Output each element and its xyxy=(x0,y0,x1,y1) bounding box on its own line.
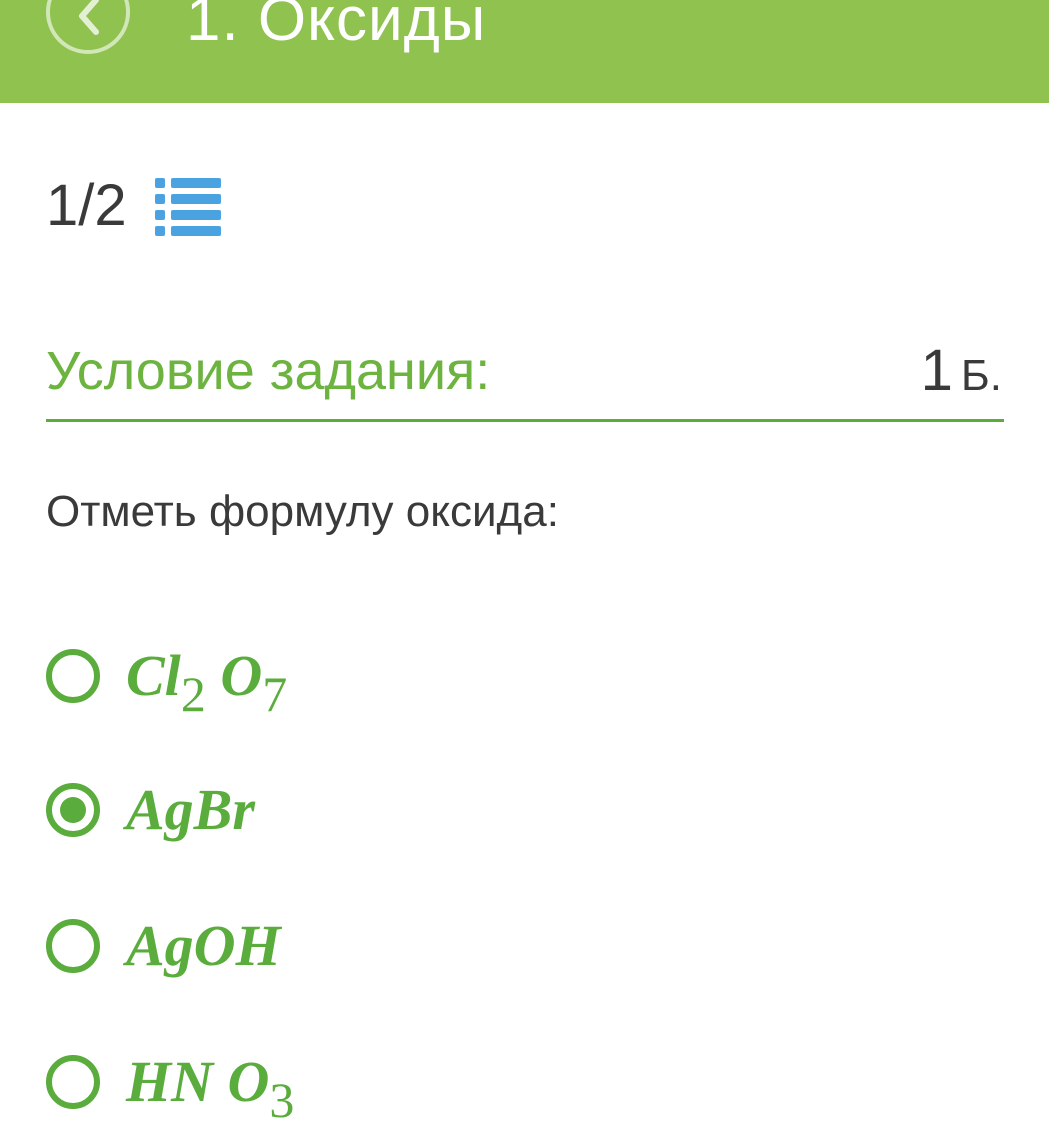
formula-label: AgBr xyxy=(126,777,255,842)
radio-button[interactable] xyxy=(46,919,100,973)
answer-option-1[interactable]: Cl2 O7 xyxy=(46,636,288,722)
radio-button[interactable] xyxy=(46,1055,100,1109)
radio-button[interactable] xyxy=(46,649,100,703)
question-text: Отметь формулу оксида: xyxy=(46,487,559,536)
app-header: 1. Оксиды xyxy=(0,0,1049,103)
task-condition-label: Условие задания: xyxy=(46,341,491,401)
points-value: 1 xyxy=(920,338,953,403)
page-title: 1. Оксиды xyxy=(186,0,487,54)
points-unit: Б. xyxy=(960,351,1002,400)
back-button[interactable] xyxy=(46,0,130,54)
formula-label: HN O3 xyxy=(126,1049,295,1128)
formula-label: AgOH xyxy=(126,913,281,978)
task-header: Условие задания: 1 Б. xyxy=(46,330,1004,422)
radio-button-selected[interactable] xyxy=(46,783,100,837)
answer-option-3[interactable]: AgOH xyxy=(46,906,281,986)
question-progress: 1/2 xyxy=(46,166,221,246)
list-icon[interactable] xyxy=(154,176,221,238)
task-points: 1 Б. xyxy=(921,336,1002,421)
chevron-left-icon xyxy=(79,0,99,35)
question-counter: 1/2 xyxy=(46,173,127,238)
formula-label: Cl2 O7 xyxy=(126,643,288,722)
answer-option-4[interactable]: HN O3 xyxy=(46,1042,295,1128)
answer-option-2[interactable]: AgBr xyxy=(46,770,255,850)
